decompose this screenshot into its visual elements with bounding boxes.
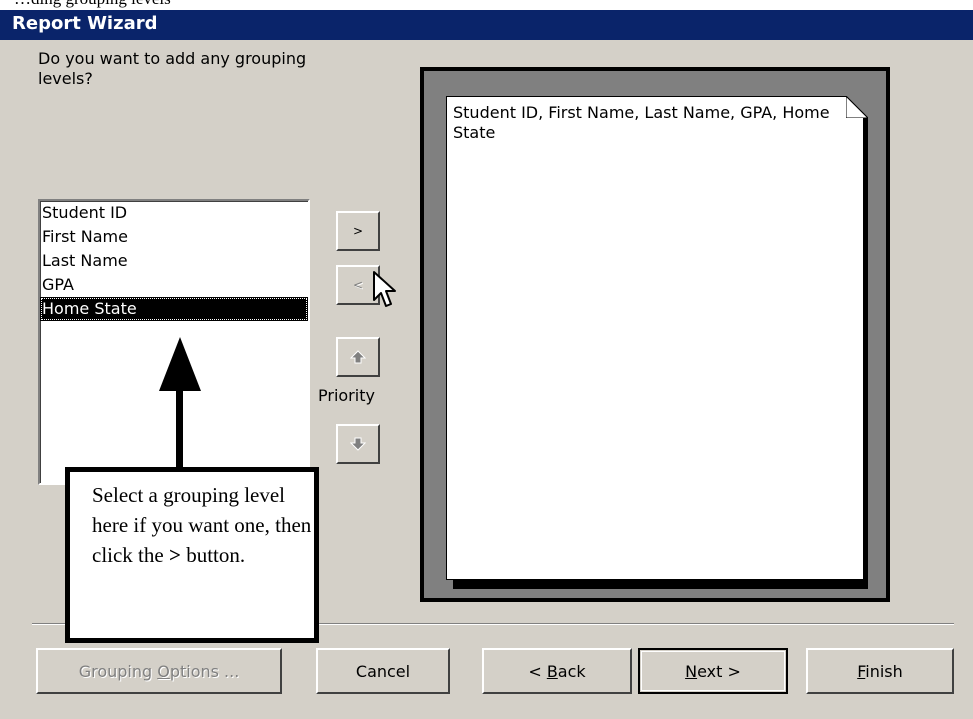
list-item[interactable]: GPA [40,273,308,297]
preview-paper: Student ID, First Name, Last Name, GPA, … [446,96,864,580]
cancel-label: Cancel [355,661,411,681]
list-item-selected[interactable]: Home State [40,297,308,321]
grouping-options-button[interactable]: Grouping Options ... [36,648,282,694]
callout-arrow-stem [176,389,183,467]
next-button[interactable]: Next > [638,648,788,694]
back-button[interactable]: < Back [482,648,632,694]
priority-up-button[interactable] [336,337,380,377]
mouse-cursor-icon [373,271,396,307]
list-item[interactable]: Last Name [40,249,308,273]
priority-down-button[interactable] [336,424,380,464]
add-grouping-button[interactable]: > [336,211,380,251]
cancel-button[interactable]: Cancel [316,648,450,694]
finish-button[interactable]: Finish [806,648,954,694]
header-text-strip: …ding grouping levels [0,0,973,10]
preview-fields-text: Student ID, First Name, Last Name, GPA, … [453,103,830,142]
add-grouping-label: > [352,224,364,238]
title-bar: Report Wizard [0,10,973,40]
list-item[interactable]: First Name [40,225,308,249]
priority-label: Priority [318,386,375,405]
arrow-up-icon [350,350,366,364]
arrow-down-icon [350,437,366,451]
callout-arrowhead [159,337,201,391]
page-dogear-icon [846,96,868,118]
report-wizard-dialog: Do you want to add any grouping levels? … [0,40,973,719]
instruction-callout: Select a grouping level here if you want… [65,467,319,643]
window-title: Report Wizard [12,13,158,34]
grouping-question: Do you want to add any grouping levels? [38,49,307,88]
remove-grouping-label: < [352,278,364,292]
list-item[interactable]: Student ID [40,201,308,225]
